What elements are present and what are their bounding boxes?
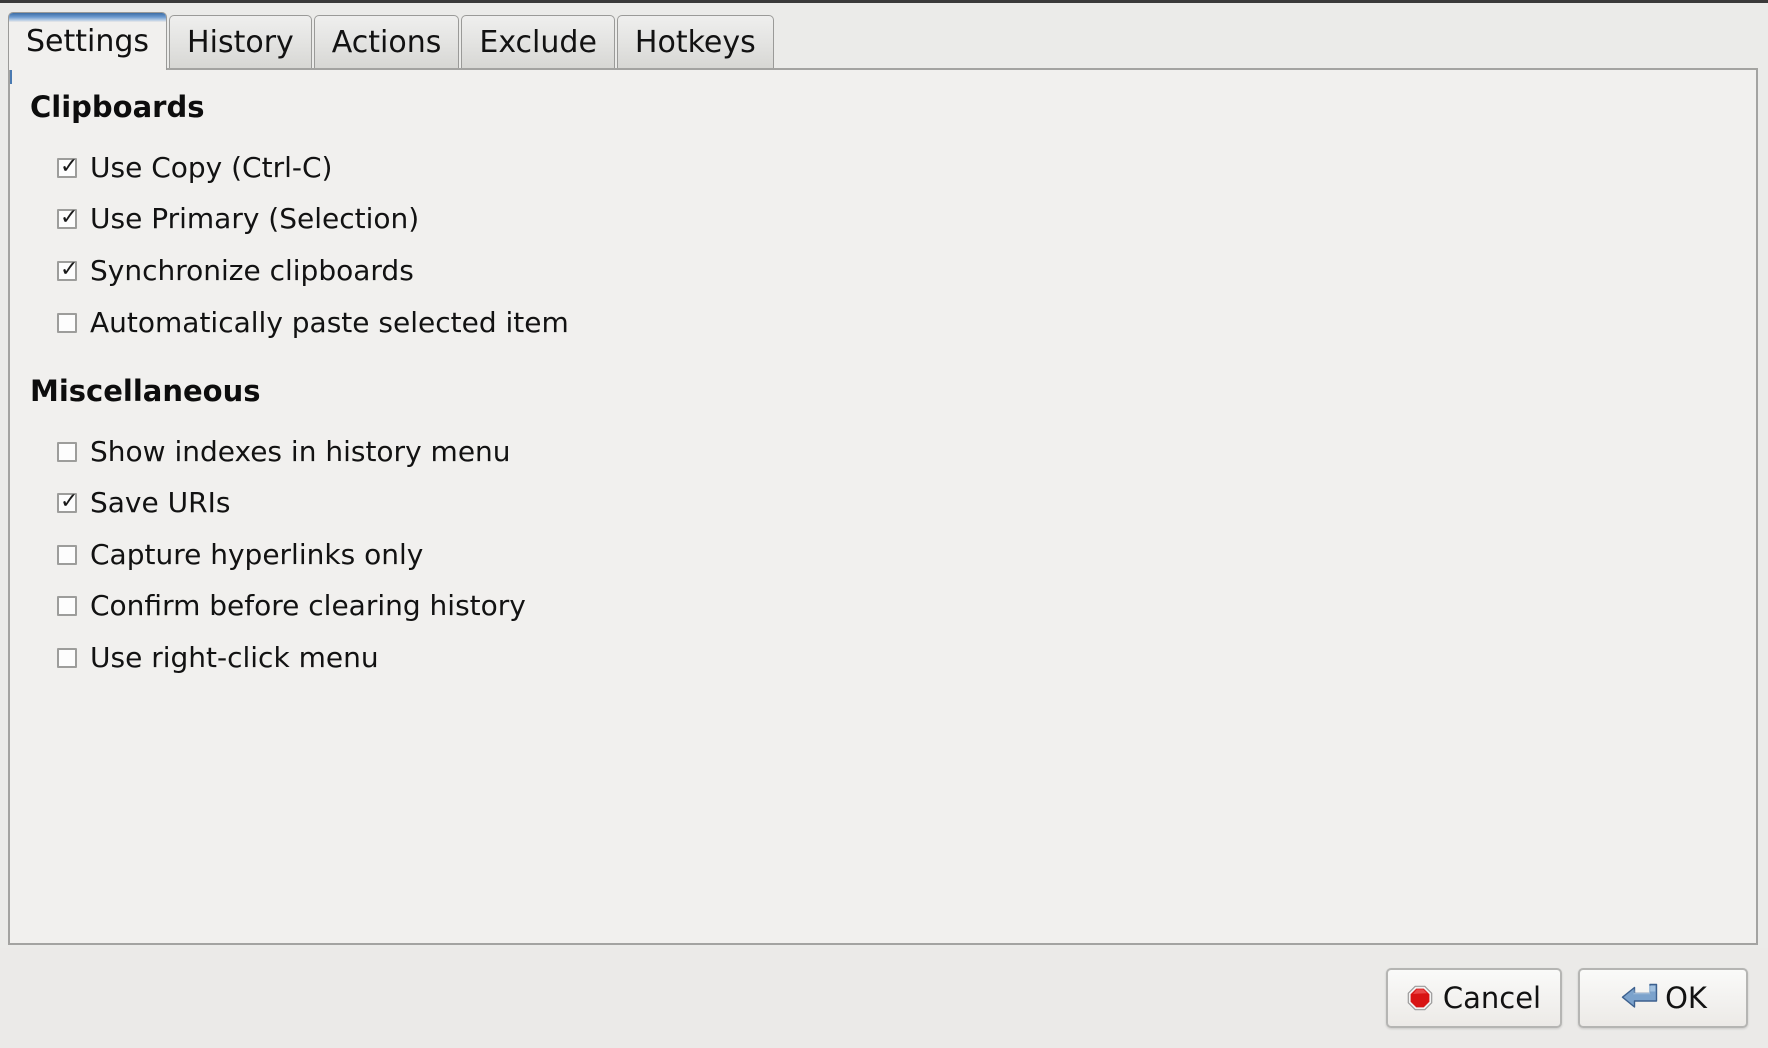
checkbox-automatically-paste[interactable] — [57, 313, 77, 333]
checkbox-use-right-click-menu[interactable] — [57, 648, 77, 668]
enter-return-arrow-icon — [1621, 983, 1658, 1008]
settings-panel: Clipboards ✓ Use Copy (Ctrl-C) ✓ Use Pri… — [8, 68, 1758, 945]
checkbox-synchronize-clipboards[interactable]: ✓ — [57, 257, 79, 282]
tab-settings-label: Settings — [26, 23, 150, 59]
checkbox-row-automatically-paste[interactable]: Automatically paste selected item — [57, 308, 569, 338]
section-title-clipboards: Clipboards — [30, 90, 205, 124]
section-title-miscellaneous: Miscellaneous — [30, 374, 261, 408]
checkmark-icon: ✓ — [60, 257, 79, 282]
tab-hotkeys[interactable]: Hotkeys — [616, 15, 774, 70]
checkbox-label-capture-hyperlinks: Capture hyperlinks only — [90, 538, 424, 571]
checkbox-label-confirm-clear-history: Confirm before clearing history — [90, 589, 526, 622]
stop-octagon-icon — [1407, 985, 1433, 1011]
tab-actions-label: Actions — [331, 25, 442, 60]
checkbox-row-save-uris[interactable]: ✓ Save URIs — [57, 488, 230, 518]
checkbox-label-use-primary: Use Primary (Selection) — [90, 202, 420, 235]
checkmark-icon: ✓ — [60, 154, 79, 179]
checkbox-confirm-clear-history[interactable] — [57, 596, 77, 616]
checkmark-icon: ✓ — [60, 205, 79, 230]
checkbox-label-use-right-click-menu: Use right-click menu — [90, 641, 379, 674]
checkbox-label-synchronize-clipboards: Synchronize clipboards — [90, 254, 414, 287]
tab-exclude[interactable]: Exclude — [461, 15, 615, 70]
checkbox-row-show-indexes[interactable]: Show indexes in history menu — [57, 437, 511, 467]
tab-history[interactable]: History — [169, 15, 312, 70]
checkbox-show-indexes[interactable] — [57, 442, 77, 462]
checkbox-save-uris[interactable]: ✓ — [57, 489, 79, 514]
checkbox-use-copy[interactable]: ✓ — [57, 154, 79, 179]
checkbox-capture-hyperlinks[interactable] — [57, 545, 77, 565]
checkbox-label-use-copy: Use Copy (Ctrl-C) — [90, 151, 333, 184]
checkbox-label-show-indexes: Show indexes in history menu — [90, 435, 511, 468]
cancel-button[interactable]: Cancel — [1386, 968, 1562, 1028]
checkbox-row-confirm-clear-history[interactable]: Confirm before clearing history — [57, 591, 526, 621]
ok-button-label: OK — [1665, 980, 1707, 1015]
checkbox-use-primary[interactable]: ✓ — [57, 205, 79, 230]
dialog-action-bar: Cancel OK — [0, 948, 1768, 1048]
tab-settings[interactable]: Settings — [8, 12, 168, 70]
checkbox-row-synchronize-clipboards[interactable]: ✓ Synchronize clipboards — [57, 256, 414, 286]
checkmark-icon: ✓ — [60, 489, 79, 514]
ok-button[interactable]: OK — [1578, 968, 1748, 1028]
checkbox-row-use-copy[interactable]: ✓ Use Copy (Ctrl-C) — [57, 153, 332, 183]
checkbox-row-capture-hyperlinks[interactable]: Capture hyperlinks only — [57, 540, 423, 570]
checkbox-row-use-right-click-menu[interactable]: Use right-click menu — [57, 643, 379, 673]
tab-history-label: History — [187, 25, 294, 60]
tab-exclude-label: Exclude — [479, 25, 597, 60]
checkbox-row-use-primary[interactable]: ✓ Use Primary (Selection) — [57, 204, 419, 234]
tab-bar: Settings History Actions Exclude Hotkeys — [0, 0, 1768, 70]
tab-actions[interactable]: Actions — [313, 15, 460, 70]
checkbox-label-save-uris: Save URIs — [90, 486, 231, 519]
cancel-button-label: Cancel — [1442, 980, 1542, 1015]
checkbox-label-automatically-paste: Automatically paste selected item — [90, 306, 569, 339]
tab-hotkeys-label: Hotkeys — [634, 25, 756, 60]
